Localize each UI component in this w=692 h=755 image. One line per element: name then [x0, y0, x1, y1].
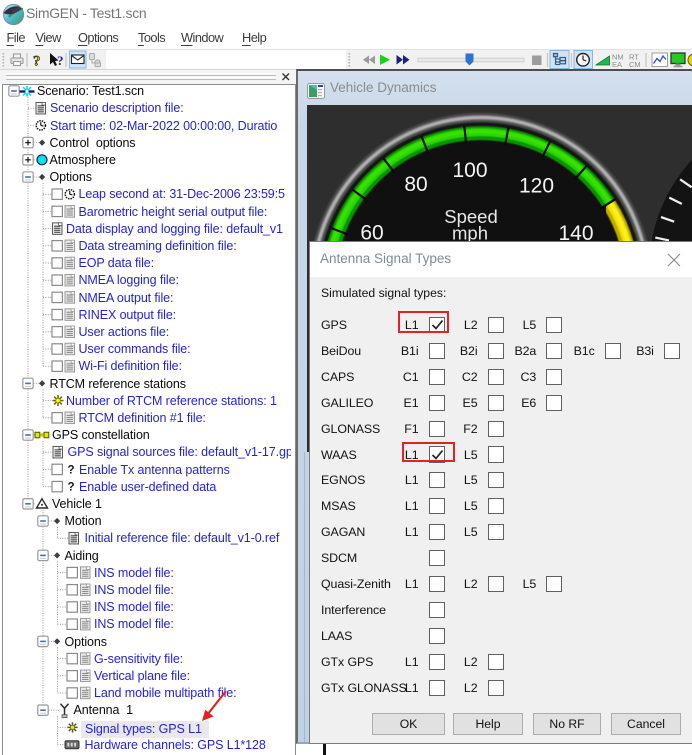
svg-text:120: 120	[519, 175, 554, 198]
svg-text:CM: CM	[629, 60, 641, 69]
svg-text:140: 140	[558, 222, 593, 241]
svg-text:mph: mph	[452, 223, 488, 242]
svg-text:80: 80	[404, 173, 427, 196]
svg-text:?: ?	[33, 54, 41, 70]
svg-text:?: ?	[57, 53, 64, 68]
svg-text:60: 60	[360, 222, 383, 242]
svg-text:EA: EA	[612, 60, 622, 69]
svg-text:100: 100	[452, 159, 487, 182]
